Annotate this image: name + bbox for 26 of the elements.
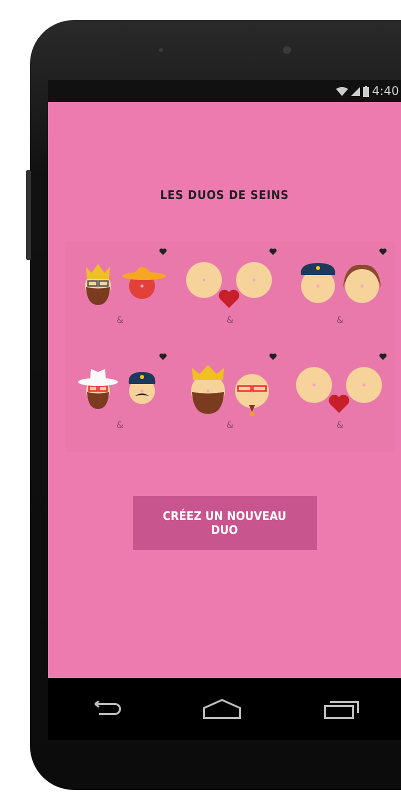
- duo-card[interactable]: &: [65, 242, 175, 347]
- recent-apps-icon[interactable]: [324, 699, 360, 719]
- heart-icon[interactable]: [159, 353, 167, 360]
- home-icon[interactable]: [203, 699, 242, 719]
- page-title: LES DUOS DE SEINS: [160, 188, 289, 202]
- ampersand: &: [116, 421, 124, 431]
- heart-icon[interactable]: [159, 248, 167, 255]
- battery-icon: [363, 86, 370, 96]
- ampersand: &: [226, 316, 234, 326]
- ampersand: &: [116, 316, 124, 326]
- heart-icon[interactable]: [379, 248, 387, 255]
- duo-card[interactable]: &: [175, 242, 285, 347]
- wifi-icon: [336, 86, 348, 96]
- create-duo-button[interactable]: CRÉEZ UN NOUVEAU DUO: [132, 496, 316, 550]
- heart-icon[interactable]: [379, 353, 387, 360]
- duo-card[interactable]: &: [285, 242, 395, 347]
- duo-card[interactable]: &: [285, 347, 395, 452]
- signal-icon: [351, 86, 360, 96]
- ampersand: &: [336, 421, 344, 431]
- heart-icon[interactable]: [269, 353, 277, 360]
- duo-card[interactable]: &: [175, 347, 285, 452]
- clock-time: 4:40: [372, 84, 399, 98]
- duo-card[interactable]: &: [65, 347, 175, 452]
- ampersand: &: [336, 316, 344, 326]
- heart-icon[interactable]: [269, 248, 277, 255]
- ampersand: &: [226, 421, 234, 431]
